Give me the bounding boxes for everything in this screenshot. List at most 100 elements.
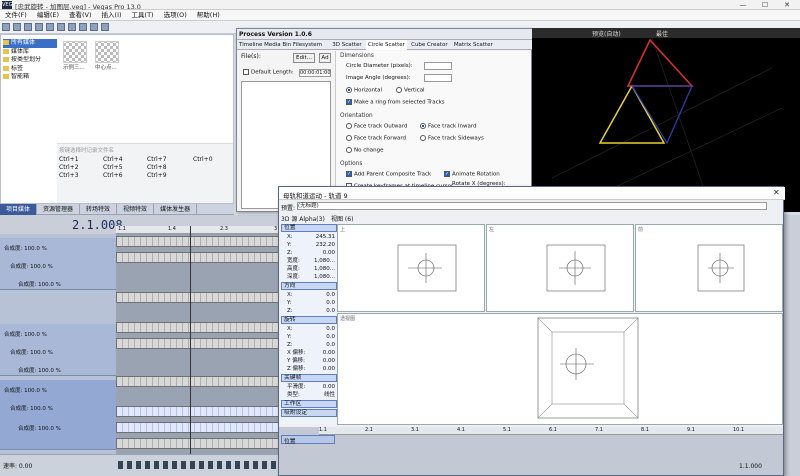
media-thumb[interactable]: 示例三...	[63, 41, 87, 71]
close-button[interactable]: ✕	[776, 0, 798, 10]
face-outward-radio[interactable]	[346, 123, 352, 129]
track-header[interactable]: 合成度: 100.0 % 合成度: 100.0 % 合成度: 100.0 %	[0, 238, 116, 290]
open-icon[interactable]	[13, 23, 21, 31]
hotkey-slot[interactable]: Ctrl+4	[103, 156, 123, 163]
make-ring-checkbox[interactable]: ✓	[346, 99, 352, 105]
tree-item-by-type[interactable]: 按类型划分	[3, 56, 57, 65]
tree-item-tags[interactable]: 标签	[3, 65, 57, 74]
edit-button[interactable]: Edit...	[293, 53, 315, 63]
tab-circle-scatter[interactable]: Circle Scatter	[365, 40, 407, 50]
minimize-button[interactable]: —	[732, 0, 754, 10]
menu-edit[interactable]: 编辑(E)	[32, 10, 64, 21]
tab-timeline-media-bin[interactable]: Timeline Media Bin Filesystem	[237, 40, 324, 50]
face-outward-option[interactable]: Face track Outward	[346, 123, 407, 130]
keyframe-row[interactable]: 平滑度: 0.00	[281, 383, 337, 391]
source-alpha-dropdown[interactable]: 3D 源 Alpha(3)	[281, 214, 325, 223]
hotkey-slot[interactable]: Ctrl+2	[59, 164, 79, 171]
face-sideways-option[interactable]: Face track Sideways	[420, 135, 484, 142]
add-parent-option[interactable]: ✓ Add Parent Composite Track	[346, 171, 431, 178]
paste-icon[interactable]	[79, 23, 87, 31]
cut-icon[interactable]	[57, 23, 65, 31]
hotkey-slot[interactable]: Ctrl+1	[59, 156, 79, 163]
tab-cube-creator[interactable]: Cube Creator	[409, 40, 449, 50]
video-preview[interactable]	[532, 28, 800, 212]
save-icon[interactable]	[24, 23, 32, 31]
rotation-row[interactable]: X 偏移: 0.00	[281, 349, 337, 357]
menu-view[interactable]: 查看(V)	[64, 10, 97, 21]
redo-icon[interactable]	[101, 23, 109, 31]
orientation-row[interactable]: X: 0.0	[281, 291, 337, 299]
image-angle-field[interactable]	[424, 74, 452, 82]
hotkey-slot[interactable]: Ctrl+8	[147, 164, 167, 171]
hotkey-slot[interactable]: Ctrl+0	[193, 156, 213, 163]
track-level[interactable]: 合成度: 100.0 %	[18, 424, 61, 432]
track-level[interactable]: 合成度: 100.0 %	[4, 330, 47, 338]
tab-matrix-scatter[interactable]: Matrix Scatter	[452, 40, 495, 50]
menu-options[interactable]: 选项(O)	[159, 10, 192, 21]
top-view[interactable]: 上	[337, 224, 485, 312]
playhead-cursor[interactable]	[190, 226, 191, 456]
motion-timeline[interactable]: 位置 1.1 2.1 3.1 4.1 5.1 6.1 7.1 8.1 9.1 1…	[279, 427, 783, 475]
menu-insert[interactable]: 插入(I)	[97, 10, 127, 21]
circle-diameter-field[interactable]	[424, 62, 452, 70]
face-forward-radio[interactable]	[346, 135, 352, 141]
video-event[interactable]	[116, 438, 298, 449]
workspace-section[interactable]: 工作区	[281, 400, 337, 408]
video-event[interactable]	[116, 376, 298, 387]
tab-project-media[interactable]: 项目媒体	[0, 204, 38, 215]
face-inward-radio[interactable]	[420, 123, 426, 129]
add-button[interactable]: Ad	[319, 53, 331, 63]
video-event[interactable]	[116, 422, 298, 433]
no-change-radio[interactable]	[346, 147, 352, 153]
tab-3d-scatter[interactable]: 3D Scatter	[330, 40, 363, 50]
position-section[interactable]: 位置	[281, 224, 337, 232]
video-event[interactable]	[116, 322, 298, 333]
media-thumb[interactable]: 中心点...	[95, 41, 119, 71]
tree-item-media-bins[interactable]: 媒体库	[3, 48, 57, 57]
tab-transitions[interactable]: 转场特效	[80, 204, 118, 215]
vertical-radio[interactable]	[396, 87, 402, 93]
preview-quality[interactable]: 预览(自动)	[592, 29, 621, 38]
track-level[interactable]: 合成度: 100.0 %	[10, 348, 53, 356]
track-level[interactable]: 合成度: 100.0 %	[10, 262, 53, 270]
track-level[interactable]: 合成度: 100.0 %	[18, 280, 61, 288]
face-forward-option[interactable]: Face track Forward	[346, 135, 406, 142]
face-inward-option[interactable]: Face track Inward	[420, 123, 477, 130]
rotation-section[interactable]: 旋转	[281, 316, 337, 324]
animate-rotation-option[interactable]: ✓ Animate Rotation	[444, 171, 500, 178]
hotkey-slot[interactable]: Ctrl+3	[59, 172, 79, 179]
position-keyframe-track[interactable]: 位置	[281, 435, 335, 445]
orientation-row[interactable]: Y: 0.0	[281, 299, 337, 307]
rotation-row[interactable]: Z: 0.0	[281, 341, 337, 349]
position-row[interactable]: 深度: 1,080...	[281, 273, 337, 281]
perspective-view[interactable]: 透视图	[337, 313, 783, 425]
horizontal-option[interactable]: Horizontal	[346, 87, 382, 94]
orientation-row[interactable]: Z: 0.0	[281, 307, 337, 315]
no-change-option[interactable]: No change	[346, 147, 383, 154]
undo-icon[interactable]	[90, 23, 98, 31]
rotation-row[interactable]: X: 0.0	[281, 325, 337, 333]
track-level[interactable]: 合成度: 100.0 %	[4, 386, 47, 394]
maximize-button[interactable]: ☐	[754, 0, 776, 10]
hotkey-slot[interactable]: Ctrl+5	[103, 164, 123, 171]
new-icon[interactable]	[2, 23, 10, 31]
track-header[interactable]: 合成度: 100.0 % 合成度: 100.0 % 合成度: 100.0 %	[0, 380, 116, 450]
properties-icon[interactable]	[46, 23, 54, 31]
front-view[interactable]: 前	[635, 224, 783, 312]
video-event[interactable]	[116, 406, 298, 417]
keyframe-section[interactable]: 关键帧	[281, 374, 337, 382]
video-event[interactable]	[116, 252, 298, 263]
preview-mode[interactable]: 最佳	[656, 29, 668, 38]
tab-explorer[interactable]: 资源管理器	[37, 204, 81, 215]
hotkey-slot[interactable]: Ctrl+6	[103, 172, 123, 179]
hotkey-slot[interactable]: Ctrl+7	[147, 156, 167, 163]
face-sideways-radio[interactable]	[420, 135, 426, 141]
tree-item-all-media[interactable]: 所有媒体	[3, 39, 57, 48]
tree-item-smart-bins[interactable]: 智能箱	[3, 73, 57, 82]
track-level[interactable]: 合成度: 100.0 %	[10, 404, 53, 412]
track-level[interactable]: 合成度: 100.0 %	[4, 244, 47, 252]
tab-media-generators[interactable]: 媒体发生器	[154, 204, 198, 215]
video-event[interactable]	[116, 236, 298, 247]
menu-file[interactable]: 文件(F)	[0, 10, 32, 21]
position-row[interactable]: X: 245.31	[281, 233, 337, 241]
